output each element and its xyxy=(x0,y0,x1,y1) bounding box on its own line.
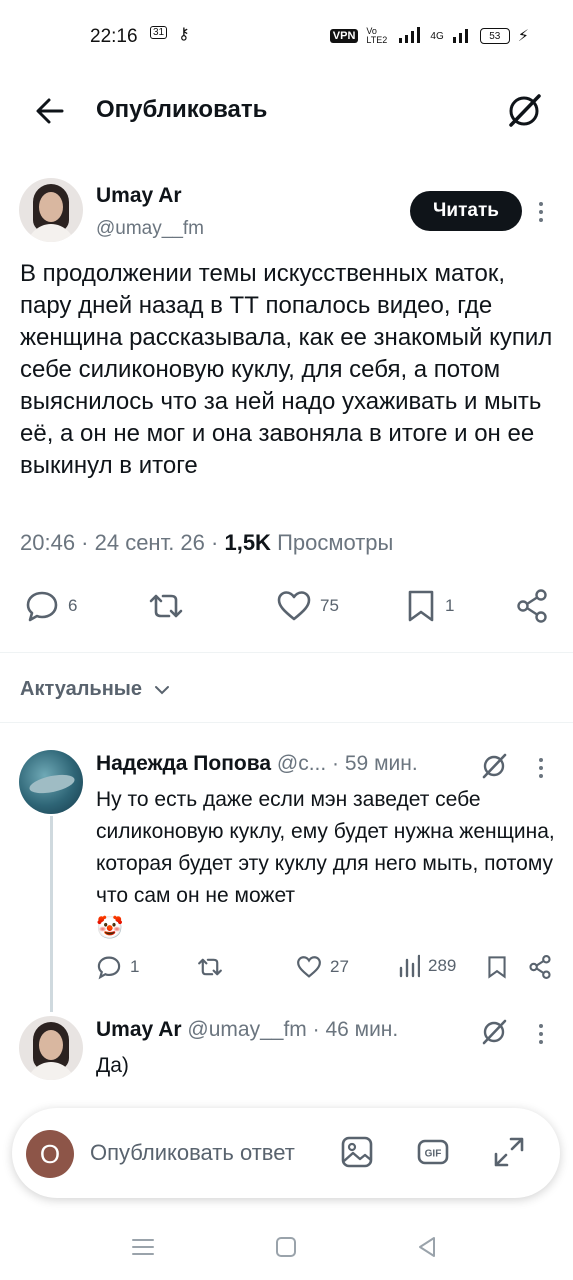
bookmark-button[interactable] xyxy=(486,954,508,980)
status-time: 22:16 xyxy=(90,26,138,47)
grok-icon[interactable] xyxy=(480,752,508,780)
reply-text-content: Ну то есть даже если мэн заведет себе си… xyxy=(96,788,555,907)
calendar-icon: 31 xyxy=(150,26,168,39)
reply-icon xyxy=(26,591,58,622)
grok-icon[interactable] xyxy=(480,1018,508,1046)
reply-text: Ну то есть даже если мэн заведет себе си… xyxy=(96,784,556,945)
back-icon[interactable] xyxy=(414,1234,440,1260)
more-options-icon[interactable] xyxy=(534,754,548,782)
reply-text: Да) xyxy=(96,1054,129,1077)
user-avatar: O xyxy=(26,1130,74,1178)
charging-icon: ⚡ xyxy=(517,28,529,45)
post-timestamp: 20:46 · 24 сент. 26 · xyxy=(20,530,225,555)
views-button[interactable]: 289 xyxy=(398,954,456,978)
reply-header: Umay Ar @umay__fm · 46 мин. xyxy=(96,1018,398,1042)
reply-button[interactable]: 1 xyxy=(96,954,139,980)
reply-button[interactable]: 6 xyxy=(24,588,77,624)
reply-item[interactable]: Umay Ar @umay__fm · 46 мин. Да) xyxy=(0,1016,573,1096)
top-bar: Опубликовать xyxy=(0,80,573,142)
sort-label: Актуальные xyxy=(20,678,143,700)
share-icon xyxy=(529,955,551,979)
repost-button[interactable] xyxy=(196,954,232,980)
views-count: 289 xyxy=(428,956,457,975)
reply-avatar[interactable] xyxy=(19,750,83,814)
reply-count: 6 xyxy=(68,596,78,615)
reply-actions: 1 27 289 xyxy=(96,954,556,984)
bookmark-icon xyxy=(408,590,434,622)
volte-label: Vo LTE2 xyxy=(366,26,388,45)
vpn-badge: VPN xyxy=(329,29,359,43)
system-nav-bar xyxy=(0,1212,573,1280)
clown-emoji: 🤡 xyxy=(96,915,124,940)
views-label: Просмотры xyxy=(270,530,394,555)
share-button[interactable] xyxy=(515,588,549,624)
more-options-icon[interactable] xyxy=(534,198,548,226)
repost-button[interactable] xyxy=(147,588,193,624)
share-button[interactable] xyxy=(528,954,552,980)
image-icon[interactable] xyxy=(340,1135,374,1169)
reply-item[interactable]: Надежда Попова @с... · 59 мин. Ну то ест… xyxy=(0,750,573,1000)
expand-icon[interactable] xyxy=(492,1135,526,1169)
grok-icon[interactable] xyxy=(505,92,543,130)
heart-icon xyxy=(277,591,311,621)
like-button[interactable]: 75 xyxy=(276,588,339,624)
status-bar: 22:16 31 ⚷ VPN Vo LTE2 4G 53 ⚡ xyxy=(0,0,573,72)
bookmark-icon xyxy=(488,956,506,979)
reply-author-name[interactable]: Надежда Попова xyxy=(96,752,271,775)
post-actions: 6 75 1 xyxy=(0,588,573,628)
status-icons: VPN Vo LTE2 4G 53 ⚡ xyxy=(329,26,529,46)
reply-handle-time: @с... · 59 мин. xyxy=(271,752,418,775)
divider xyxy=(0,722,573,723)
back-arrow-icon[interactable] xyxy=(32,94,68,128)
reply-input[interactable]: Опубликовать ответ xyxy=(90,1140,295,1166)
bookmark-button[interactable]: 1 xyxy=(405,588,454,624)
follow-button[interactable]: Читать xyxy=(410,191,522,231)
reply-composer[interactable]: O Опубликовать ответ GIF xyxy=(12,1108,560,1198)
page-title: Опубликовать xyxy=(96,96,268,123)
divider xyxy=(0,652,573,653)
reply-avatar[interactable] xyxy=(19,1016,83,1080)
analytics-icon xyxy=(399,954,420,978)
like-button[interactable]: 27 xyxy=(296,954,349,980)
reply-author-name[interactable]: Umay Ar xyxy=(96,1018,182,1041)
like-count: 75 xyxy=(320,596,339,615)
post-meta: 20:46 · 24 сент. 26 · 1,5K Просмотры xyxy=(20,530,393,556)
home-icon[interactable] xyxy=(273,1234,299,1260)
network-label: 4G xyxy=(430,30,444,42)
svg-text:GIF: GIF xyxy=(425,1149,442,1160)
author-handle[interactable]: @umay__fm xyxy=(96,218,204,240)
author-avatar[interactable] xyxy=(19,178,83,242)
chevron-down-icon xyxy=(155,685,170,694)
more-options-icon[interactable] xyxy=(534,1020,548,1048)
reply-icon xyxy=(97,956,121,980)
share-icon xyxy=(517,589,547,623)
battery-icon: 53 xyxy=(479,28,510,44)
reply-header: Надежда Попова @с... · 59 мин. xyxy=(96,752,418,776)
reply-count: 1 xyxy=(130,957,140,976)
sort-dropdown[interactable]: Актуальные xyxy=(20,678,170,701)
author-name[interactable]: Umay Ar xyxy=(96,184,182,208)
like-count: 27 xyxy=(330,957,349,976)
heart-icon xyxy=(297,956,321,978)
post-text: В продолжении темы искусственных маток, … xyxy=(20,260,553,479)
views-count: 1,5K xyxy=(224,530,271,555)
repost-icon xyxy=(198,958,222,976)
signal2-icon xyxy=(452,27,472,46)
repost-icon xyxy=(149,594,183,618)
signal-icon xyxy=(398,26,422,46)
menu-icon[interactable] xyxy=(130,1234,156,1260)
bookmark-count: 1 xyxy=(445,596,455,615)
key-icon: ⚷ xyxy=(178,26,190,43)
gif-icon[interactable]: GIF xyxy=(416,1135,450,1169)
post-author: Umay Ar @umay__fm Читать xyxy=(0,178,573,248)
reply-handle-time: @umay__fm · 46 мин. xyxy=(181,1018,399,1041)
